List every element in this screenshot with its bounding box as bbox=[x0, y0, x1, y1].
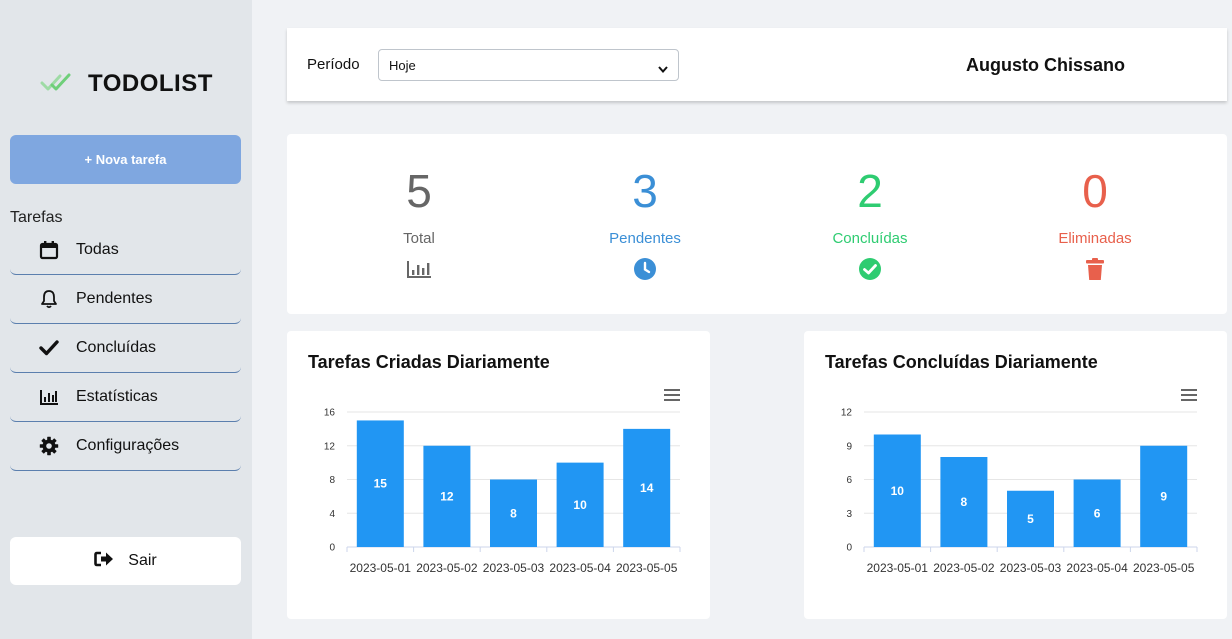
new-task-button[interactable]: + Nova tarefa bbox=[10, 135, 241, 184]
y-tick-label: 3 bbox=[846, 509, 852, 520]
y-tick-label: 12 bbox=[841, 408, 853, 419]
sidebar-item-label: Concluídas bbox=[76, 339, 157, 356]
user-name: Augusto Chissano bbox=[966, 55, 1126, 75]
data-label: 8 bbox=[510, 506, 517, 520]
data-label: 6 bbox=[1094, 506, 1101, 520]
data-label: 15 bbox=[374, 477, 388, 491]
stat-eliminadas: 0 Eliminadas bbox=[995, 164, 1195, 281]
double-check-icon bbox=[40, 72, 72, 97]
data-label: 8 bbox=[961, 495, 968, 509]
data-label: 10 bbox=[573, 498, 587, 512]
bar-chart-icon bbox=[319, 257, 519, 281]
sidebar-item-todas[interactable]: Todas bbox=[10, 226, 241, 275]
stats-card: 5 Total 3 Pendentes 2 Concluídas 0 Elimi… bbox=[287, 134, 1227, 314]
stat-label: Total bbox=[403, 230, 435, 247]
x-tick-label: 2023-05-04 bbox=[549, 561, 611, 575]
stat-value: 2 bbox=[857, 165, 883, 217]
x-tick-label: 2023-05-04 bbox=[1066, 561, 1128, 575]
trash-icon bbox=[995, 257, 1195, 281]
sidebar-item-label: Pendentes bbox=[76, 290, 153, 307]
section-label: Tarefas bbox=[10, 209, 63, 226]
x-tick-label: 2023-05-02 bbox=[416, 561, 478, 575]
y-tick-label: 0 bbox=[329, 543, 335, 554]
sidebar-item-label: Configurações bbox=[76, 437, 180, 454]
data-label: 5 bbox=[1027, 512, 1034, 526]
period-label: Período bbox=[307, 56, 360, 73]
sidebar: TODOLIST + Nova tarefa Tarefas Todas Pen… bbox=[0, 0, 252, 639]
chart-card-concluidas: Tarefas Concluídas Diariamente 0 3 6 9 12 10 2… bbox=[804, 331, 1227, 619]
check-icon bbox=[38, 337, 60, 359]
stat-concluidas: 2 Concluídas bbox=[770, 164, 970, 281]
x-tick-label: 2023-05-01 bbox=[867, 561, 929, 575]
sidebar-item-pendentes[interactable]: Pendentes bbox=[10, 275, 241, 324]
stat-pendentes: 3 Pendentes bbox=[545, 164, 745, 281]
stat-label: Pendentes bbox=[609, 230, 681, 247]
bar-chart: 0 3 6 9 12 10 2023-05-01 8 2023-05-02 5 2023-05-03… bbox=[841, 408, 1198, 575]
logout-label: Sair bbox=[128, 552, 157, 569]
x-tick-label: 2023-05-03 bbox=[1000, 561, 1062, 575]
x-tick-label: 2023-05-03 bbox=[483, 561, 545, 575]
data-label: 12 bbox=[440, 489, 454, 503]
data-label: 10 bbox=[891, 484, 905, 498]
top-bar: Período Hoje Augusto Chissano bbox=[287, 28, 1227, 101]
sidebar-item-configuracoes[interactable]: Configurações bbox=[10, 422, 241, 471]
chart-card-criadas: Tarefas Criadas Diariamente 0 4 8 12 16 15 202… bbox=[287, 331, 710, 619]
calendar-icon bbox=[38, 239, 60, 261]
sidebar-item-estatisticas[interactable]: Estatísticas bbox=[10, 373, 241, 422]
chevron-down-icon bbox=[658, 61, 668, 76]
y-tick-label: 4 bbox=[329, 509, 335, 520]
x-tick-label: 2023-05-01 bbox=[350, 561, 412, 575]
bar-chart-icon bbox=[38, 386, 60, 408]
y-tick-label: 0 bbox=[846, 543, 852, 554]
y-tick-label: 6 bbox=[846, 475, 852, 486]
sidebar-item-label: Todas bbox=[76, 241, 119, 258]
x-tick-label: 2023-05-05 bbox=[616, 561, 678, 575]
check-circle-icon bbox=[770, 257, 970, 281]
period-select[interactable]: Hoje bbox=[378, 49, 679, 81]
data-label: 9 bbox=[1160, 489, 1167, 503]
y-tick-label: 9 bbox=[846, 441, 852, 452]
stat-label: Eliminadas bbox=[1058, 230, 1132, 247]
bar-chart: 0 4 8 12 16 15 2023-05-01 12 2023-05-02 8 2023-05-… bbox=[324, 408, 681, 575]
gear-icon bbox=[38, 435, 60, 457]
y-tick-label: 16 bbox=[324, 408, 336, 419]
brand-title: TODOLIST bbox=[88, 70, 213, 97]
stat-label: Concluídas bbox=[832, 230, 908, 247]
sidebar-item-concluidas[interactable]: Concluídas bbox=[10, 324, 241, 373]
brand: TODOLIST bbox=[40, 70, 213, 98]
stat-value: 5 bbox=[406, 165, 432, 217]
sidebar-item-label: Estatísticas bbox=[76, 388, 158, 405]
y-tick-label: 12 bbox=[324, 441, 336, 452]
sign-out-icon bbox=[94, 551, 114, 572]
bell-icon bbox=[38, 288, 60, 310]
period-value: Hoje bbox=[389, 57, 416, 73]
stat-value: 3 bbox=[632, 165, 658, 217]
logout-button[interactable]: Sair bbox=[10, 537, 241, 585]
stat-total: 5 Total bbox=[319, 164, 519, 281]
x-tick-label: 2023-05-02 bbox=[933, 561, 995, 575]
stat-value: 0 bbox=[1082, 165, 1108, 217]
data-label: 14 bbox=[640, 481, 654, 495]
clock-icon bbox=[545, 257, 745, 281]
y-tick-label: 8 bbox=[329, 475, 335, 486]
x-tick-label: 2023-05-05 bbox=[1133, 561, 1195, 575]
sidebar-nav: Todas Pendentes Concluídas Estatísticas … bbox=[10, 226, 241, 471]
